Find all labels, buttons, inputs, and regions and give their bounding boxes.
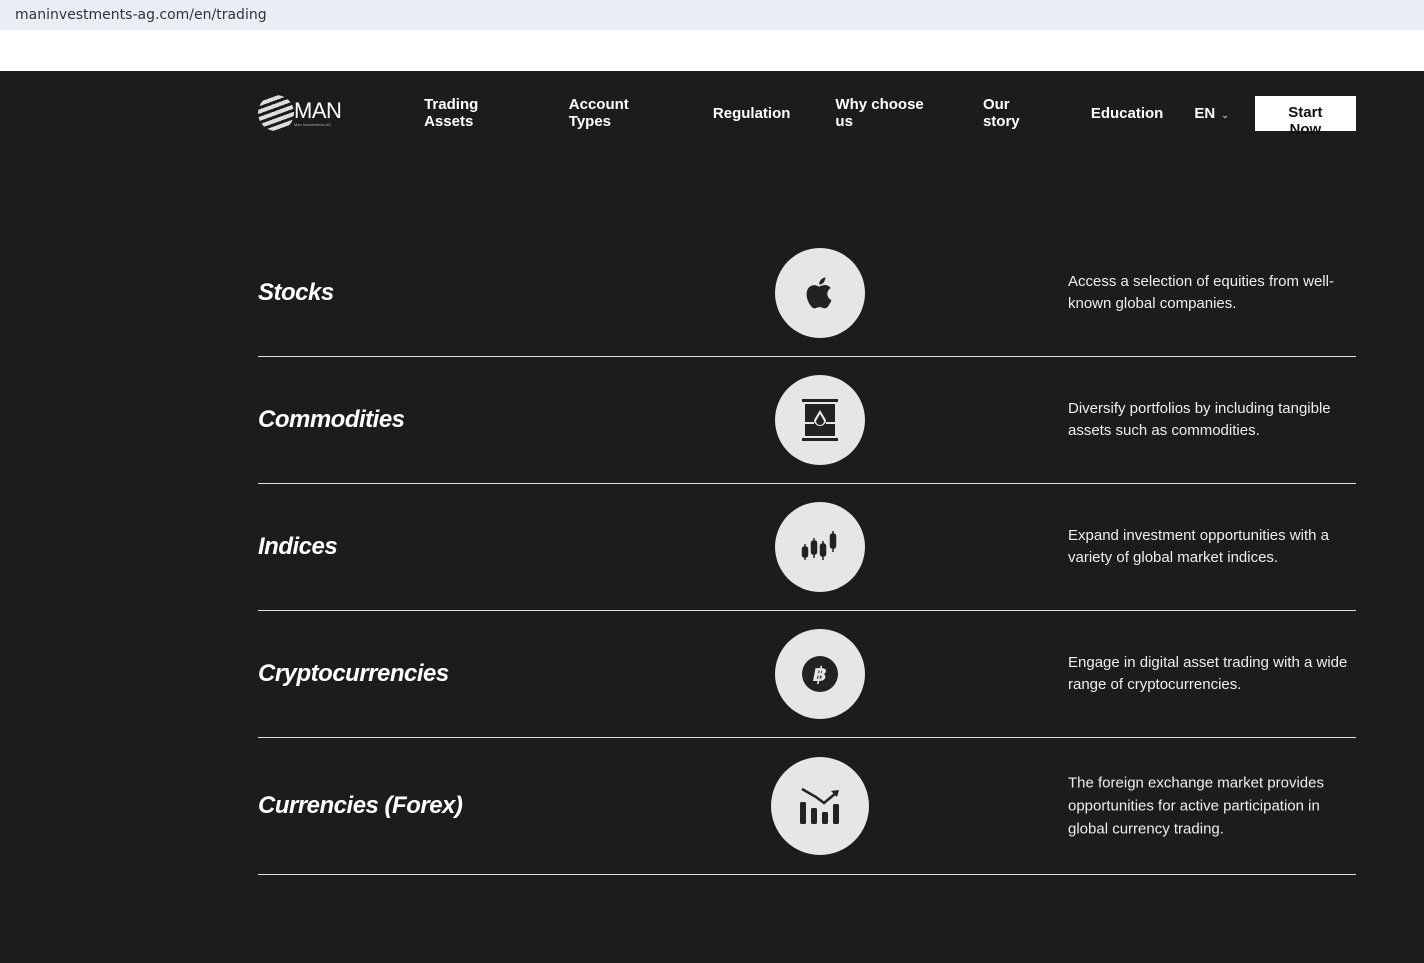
- asset-title: Indices: [258, 533, 338, 560]
- bitcoin-icon: ฿: [775, 629, 865, 719]
- globe-logo-icon: [258, 95, 294, 131]
- address-bar[interactable]: maninvestments-ag.com/en/trading: [0, 0, 1424, 30]
- asset-row-indices: Indices Expand investment opportunities …: [258, 484, 1356, 611]
- language-label: EN: [1194, 104, 1216, 122]
- nav-why-choose-us[interactable]: Why choose us: [835, 96, 938, 130]
- nav-trading-assets[interactable]: Trading Assets: [424, 96, 524, 130]
- start-now-button[interactable]: Start Now: [1254, 95, 1356, 138]
- url-text: maninvestments-ag.com/en/trading: [15, 7, 267, 23]
- asset-description: Access a selection of equities from well…: [1068, 273, 1334, 312]
- asset-title: Stocks: [258, 279, 334, 306]
- top-nav: MAN Man Investments AG Trading Assets Acc…: [258, 93, 1356, 138]
- nav-education[interactable]: Education: [1091, 105, 1164, 122]
- nav-regulation[interactable]: Regulation: [713, 105, 791, 122]
- svg-text:฿: ฿: [813, 662, 827, 686]
- logo[interactable]: MAN Man Investments AG: [258, 95, 403, 131]
- logo-text: MAN: [294, 97, 342, 123]
- asset-row-cryptocurrencies: Cryptocurrencies ฿ Engage in digital ass…: [258, 611, 1356, 738]
- language-selector[interactable]: EN ⌄: [1194, 105, 1228, 122]
- asset-row-stocks: Stocks Access a selection of equities fr…: [258, 230, 1356, 357]
- asset-description: Engage in digital asset trading with a w…: [1068, 654, 1348, 693]
- asset-title: Commodities: [258, 406, 405, 433]
- apple-icon: [775, 248, 865, 338]
- nav-our-story[interactable]: Our story: [983, 96, 1046, 130]
- asset-description: Expand investment opportunities with a v…: [1068, 527, 1329, 566]
- nav-account-types[interactable]: Account Types: [569, 96, 668, 130]
- chevron-down-icon: ⌄: [1221, 109, 1229, 120]
- asset-title: Currencies (Forex): [258, 792, 463, 819]
- oil-barrel-icon: [775, 375, 865, 465]
- bar-chart-trend-icon: [771, 757, 869, 855]
- page: MAN Man Investments AG Trading Assets Acc…: [0, 71, 1424, 963]
- asset-list: Stocks Access a selection of equities fr…: [258, 230, 1356, 875]
- candlestick-icon: [775, 502, 865, 592]
- asset-row-commodities: Commodities Diversify portfolios by incl…: [258, 357, 1356, 484]
- asset-row-forex: Currencies (Forex) The foreign exchange …: [258, 738, 1356, 875]
- asset-title: Cryptocurrencies: [258, 660, 449, 687]
- asset-description: The foreign exchange market provides opp…: [1068, 774, 1324, 838]
- browser-spacer: [0, 30, 1424, 71]
- asset-description: Diversify portfolios by including tangib…: [1068, 400, 1331, 439]
